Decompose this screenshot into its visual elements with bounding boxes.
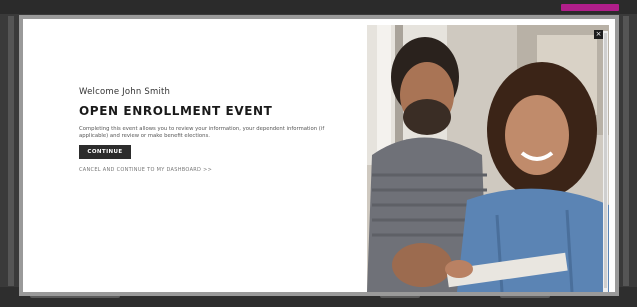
modal-scrollbar[interactable]: [603, 31, 608, 292]
continue-button[interactable]: CONTINUE: [79, 145, 131, 159]
close-button[interactable]: ×: [594, 30, 603, 39]
modal-content: Welcome John Smith OPEN ENROLLMENT EVENT…: [29, 25, 369, 292]
header-badge: [561, 4, 619, 11]
modal-description: Completing this event allows you to revi…: [79, 126, 325, 139]
modal-title: OPEN ENROLLMENT EVENT: [79, 104, 273, 118]
enrollment-modal: Welcome John Smith OPEN ENROLLMENT EVENT…: [19, 15, 619, 296]
scrollbar-thumb[interactable]: [604, 33, 607, 288]
cancel-continue-dashboard-link[interactable]: CANCEL AND CONTINUE TO MY DASHBOARD >>: [79, 167, 212, 173]
background-left-edge: [8, 16, 14, 286]
background-right-edge: [623, 16, 629, 286]
welcome-text: Welcome John Smith: [79, 87, 171, 97]
couple-photo: ×: [367, 25, 609, 292]
header-bar: [0, 0, 637, 14]
